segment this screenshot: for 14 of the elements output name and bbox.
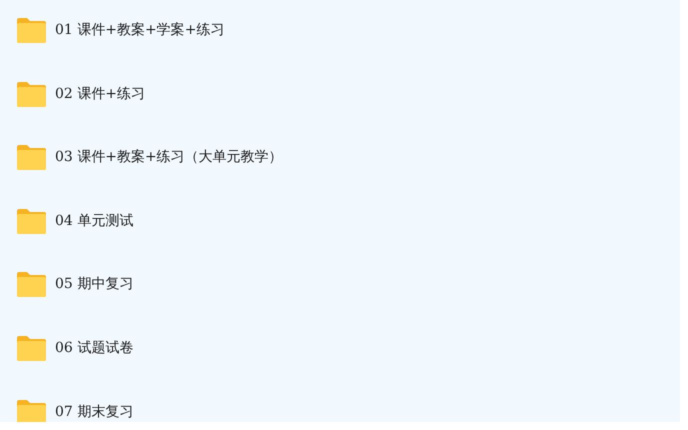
folder-icon	[16, 271, 47, 298]
folder-icon	[16, 398, 47, 422]
folder-name[interactable]: 05 期中复习	[55, 271, 134, 298]
folder-name[interactable]: 02 课件+练习	[55, 80, 145, 108]
folder-icon	[16, 80, 47, 108]
folder-name[interactable]: 06 试题试卷	[55, 334, 134, 362]
folder-icon	[16, 17, 47, 44]
folder-name[interactable]: 03 课件+教案+练习（大单元教学）	[55, 144, 283, 172]
folder-name[interactable]: 01 课件+教案+学案+练习	[55, 17, 224, 44]
folder-name[interactable]: 04 单元测试	[55, 208, 134, 235]
folder-icon	[16, 144, 47, 172]
folder-icon	[16, 208, 47, 235]
folder-icon	[16, 334, 47, 362]
folder-name[interactable]: 07 期末复习	[55, 398, 134, 422]
